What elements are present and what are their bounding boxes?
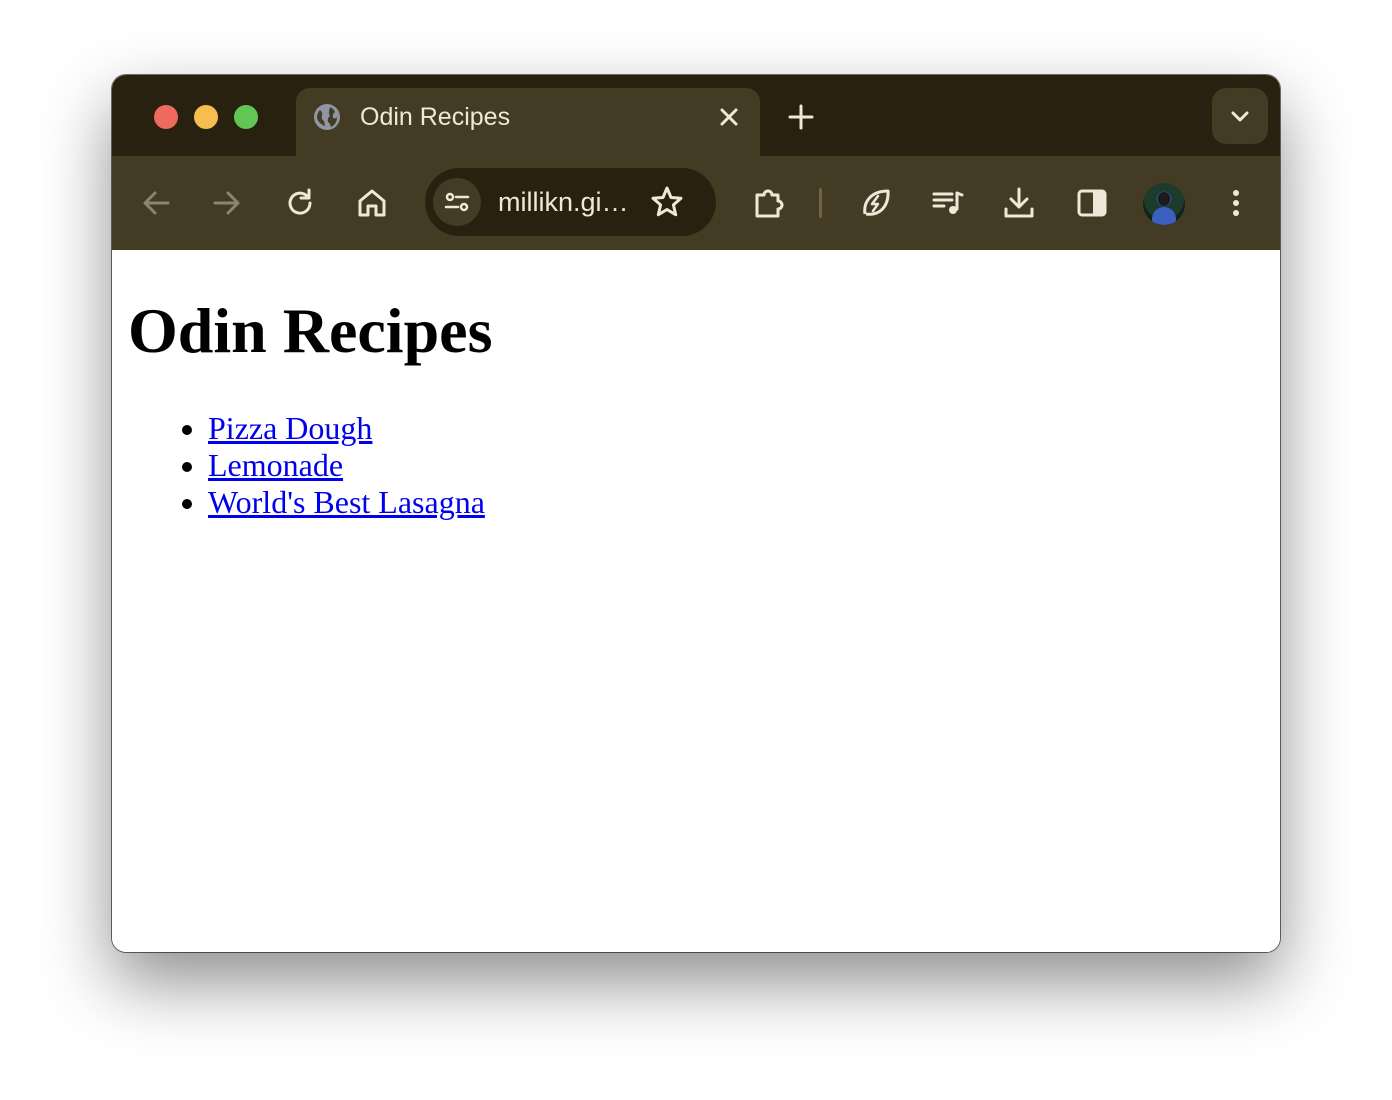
list-item: World's Best Lasagna [208,484,485,521]
home-icon[interactable] [354,185,390,221]
globe-icon [314,104,340,130]
close-window-button[interactable] [154,105,178,129]
tab-strip: Odin Recipes [112,75,1280,156]
forward-arrow-icon[interactable] [209,185,245,221]
recipe-link-pizza-dough[interactable]: Pizza Dough [208,410,372,446]
close-tab-icon[interactable] [716,104,742,130]
extensions-puzzle-icon[interactable] [751,185,787,221]
browser-window: Odin Recipes millikn.gi… Odin Recipes • … [112,75,1280,952]
url-text[interactable]: millikn.gi… [498,186,629,218]
avatar-body [1152,207,1176,225]
site-info-icon [444,192,470,212]
recipe-link-worlds-best-lasagna[interactable]: World's Best Lasagna [208,484,485,520]
energy-saver-leaf-icon[interactable] [858,185,894,221]
page-title: Odin Recipes [128,295,493,366]
recipe-list: Pizza Dough Lemonade World's Best Lasagn… [168,410,485,521]
side-panel-icon[interactable] [1074,185,1110,221]
back-arrow-icon[interactable] [138,185,174,221]
active-tab[interactable]: Odin Recipes [296,88,760,156]
list-item: Pizza Dough [208,410,485,447]
media-queue-icon[interactable] [930,185,966,221]
page-content: Odin Recipes Pizza Dough Lemonade World'… [112,250,1280,952]
recipe-link-lemonade[interactable]: Lemonade [208,447,343,483]
profile-avatar[interactable] [1143,183,1185,225]
fullscreen-window-button[interactable] [234,105,258,129]
reload-icon[interactable] [282,185,318,221]
site-info-button[interactable] [433,178,481,226]
tab-search-button[interactable] [1212,88,1268,144]
avatar-head [1158,192,1170,206]
new-tab-icon[interactable] [786,102,816,132]
more-menu-icon[interactable] [1218,185,1254,221]
address-bar[interactable]: millikn.gi… [425,168,716,236]
chevron-down-icon [1231,111,1249,122]
browser-toolbar: millikn.gi… [112,156,1280,250]
list-item: Lemonade [208,447,485,484]
tab-title: Odin Recipes [360,103,511,131]
minimize-window-button[interactable] [194,105,218,129]
toolbar-divider [819,188,822,218]
bookmark-star-icon[interactable] [649,184,685,220]
download-icon[interactable] [1001,185,1037,221]
